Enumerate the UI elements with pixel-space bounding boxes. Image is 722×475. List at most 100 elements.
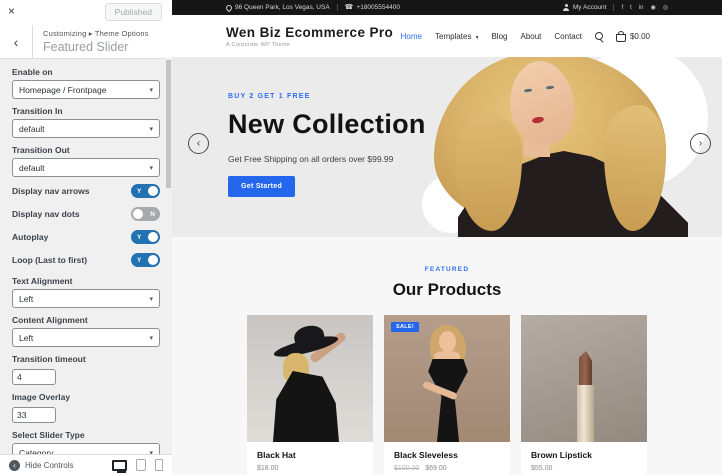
chevron-down-icon: ▾ [149,86,153,94]
hide-controls-label[interactable]: Hide Controls [25,461,103,470]
slider-prev-button[interactable]: ‹ [188,133,209,154]
back-button[interactable]: ‹ [0,25,33,58]
product-card-black-sleveless[interactable]: SALE! Black Sleveless $100.00 $69.00 [384,315,510,475]
product-image-art [426,359,470,442]
content-alignment-label: Content Alignment [12,315,160,325]
content-alignment-select[interactable]: Left ▾ [12,328,160,347]
field-transition-timeout: Transition timeout [12,354,160,385]
nav-dots-toggle[interactable]: N [131,207,160,221]
published-button[interactable]: Published [105,3,162,21]
panel-titles: Customizing ▸ Theme Options Featured Sli… [33,25,149,58]
customizer-sidebar: × Published ‹ Customizing ▸ Theme Option… [0,0,172,475]
chevron-left-icon: ‹ [197,138,200,149]
field-text-alignment: Text Alignment Left ▾ [12,276,160,308]
slider-type-label: Select Slider Type [12,430,160,440]
hero-kicker: BUY 2 GET 1 FREE [228,93,426,100]
toggle-knob [148,232,158,242]
chevron-right-icon: › [699,138,702,149]
toggle-state-label: Y [137,257,141,264]
twitter-icon[interactable]: t [630,5,632,11]
my-account-link[interactable]: My Account [563,4,607,11]
toggle-state-label: N [150,211,155,218]
autoplay-toggle[interactable]: Y [131,230,160,244]
product-card-brown-lipstick[interactable]: Brown Lipstick $55.00 [521,315,647,475]
my-account-text: My Account [573,4,607,11]
product-image-art [439,331,456,352]
slider-next-button[interactable]: › [690,133,711,154]
customizer-footer: ‹ Hide Controls [0,454,172,475]
nav-contact[interactable]: Contact [554,32,582,41]
product-image [247,315,373,442]
pinterest-icon[interactable]: ◎ [663,4,668,11]
loop-toggle[interactable]: Y [131,253,160,267]
transition-out-value: default [19,163,45,173]
site-preview: 96 Queen Park, Los Vegas, USA ☎ +1800555… [172,0,722,475]
nav-blog[interactable]: Blog [491,32,507,41]
product-image-art [273,371,339,442]
text-alignment-select[interactable]: Left ▾ [12,289,160,308]
transition-out-label: Transition Out [12,145,160,155]
desktop-preview-icon[interactable] [112,460,127,471]
instagram-icon[interactable]: ◉ [651,4,656,11]
product-cards: Black Hat $18.00 SALE! Black Sleveless $… [172,315,722,475]
transition-timeout-label: Transition timeout [12,354,160,364]
location-pin-icon [225,3,233,11]
hero-subtitle: Get Free Shipping on all orders over $99… [228,154,426,164]
transition-in-value: default [19,124,45,134]
enable-on-select[interactable]: Homepage / Frontpage ▾ [12,80,160,99]
mobile-preview-icon[interactable] [155,459,163,471]
toggle-knob [148,186,158,196]
product-name: Brown Lipstick [531,450,637,460]
main-nav: Home Templates ▾ Blog About Contact $0.0… [401,31,650,42]
product-card-black-hat[interactable]: Black Hat $18.00 [247,315,373,475]
featured-kicker: FEATURED [172,266,722,273]
search-icon[interactable] [595,32,603,40]
product-name: Black Sleveless [394,450,500,460]
product-price: $100.00 $69.00 [394,465,500,472]
row-nav-arrows: Display nav arrows Y [12,184,160,198]
scrollbar-thumb[interactable] [166,60,171,188]
image-overlay-label: Image Overlay [12,392,160,402]
cart-button[interactable]: $0.00 [616,31,650,42]
transition-in-select[interactable]: default ▾ [12,119,160,138]
product-info: Brown Lipstick $55.00 [521,442,647,475]
linkedin-icon[interactable]: in [639,5,644,11]
get-started-button[interactable]: Get Started [228,176,295,197]
cart-total: $0.00 [630,32,650,41]
sidebar-scrollbar[interactable] [165,58,172,454]
controls-list: Enable on Homepage / Frontpage ▾ Transit… [0,59,172,463]
transition-out-select[interactable]: default ▾ [12,158,160,177]
field-enable-on: Enable on Homepage / Frontpage ▾ [12,67,160,99]
cart-icon [616,34,626,42]
field-transition-out: Transition Out default ▾ [12,145,160,177]
products-title: Our Products [172,280,722,300]
phone-icon: ☎ [345,4,354,11]
nav-templates-label: Templates [435,32,471,41]
nav-arrows-label: Display nav arrows [12,186,89,196]
product-sale-price: $69.00 [425,465,446,472]
close-icon[interactable]: × [8,4,15,18]
panel-title: Featured Slider [43,40,149,54]
nav-about[interactable]: About [520,32,541,41]
enable-on-value: Homepage / Frontpage [19,85,106,95]
transition-timeout-input[interactable] [12,369,56,385]
product-image-art [579,351,592,387]
facebook-icon[interactable]: f [621,5,623,11]
nav-arrows-toggle[interactable]: Y [131,184,160,198]
image-overlay-input[interactable] [12,407,56,423]
product-price: $18.00 [257,465,363,472]
tablet-preview-icon[interactable] [136,459,146,471]
site-title[interactable]: Wen Biz Ecommerce Pro [226,25,393,40]
chevron-down-icon: ▾ [149,125,153,133]
nav-templates[interactable]: Templates ▾ [435,32,478,41]
nav-home[interactable]: Home [401,32,422,41]
product-info: Black Hat $18.00 [247,442,373,475]
enable-on-label: Enable on [12,67,160,77]
toggle-knob [148,255,158,265]
hero-slider: BUY 2 GET 1 FREE New Collection Get Free… [172,57,722,237]
autoplay-label: Autoplay [12,232,48,242]
hero-content: BUY 2 GET 1 FREE New Collection Get Free… [228,93,426,197]
collapse-icon[interactable]: ‹ [9,460,20,471]
phone-item[interactable]: ☎ +18005554400 [345,4,400,11]
text-alignment-value: Left [19,294,33,304]
